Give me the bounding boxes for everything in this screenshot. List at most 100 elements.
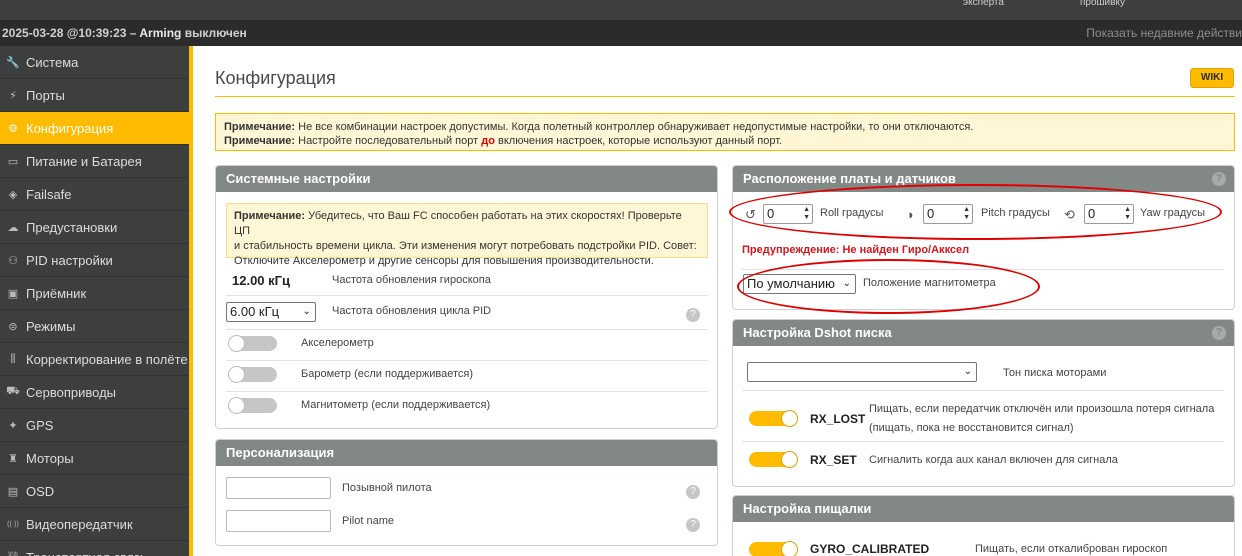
osd-icon: ▤: [7, 485, 19, 498]
beeper-title: Настройка пищалки: [733, 496, 1234, 522]
system-note: Примечание: Убедитесь, что Ваш FC способ…: [226, 203, 708, 267]
gyro-frequency-label: Частота обновления гироскопа: [332, 274, 491, 286]
page-title: Конфигурация: [215, 68, 336, 88]
sidebar-item-label: GPS: [26, 417, 54, 433]
sidebar-item-label: Режимы: [26, 318, 76, 334]
gyro-calibrated-toggle[interactable]: [749, 541, 798, 556]
sidebar-item-4[interactable]: ◈ Failsafe: [0, 178, 189, 211]
personalization-title: Персонализация: [216, 440, 717, 466]
chevron-down-icon: ⌄: [963, 366, 972, 377]
firmware-flasher-label[interactable]: прошивку: [1080, 0, 1125, 8]
system-settings-panel: Системные настройки Примечание: Убедитес…: [215, 165, 718, 429]
sidebar-item-15[interactable]: ⛓ Транспортная связь: [0, 541, 189, 556]
sidebar-item-9[interactable]: ⫼ Корректирование в полёте: [0, 343, 189, 376]
toggle-knob: [781, 451, 798, 468]
sidebar-item-label: Питание и Батарея: [26, 153, 142, 169]
sidebar-item-label: Система: [26, 54, 79, 70]
help-icon[interactable]: ?: [1212, 172, 1226, 186]
sidebar-item-0[interactable]: 🔧 Система: [0, 46, 189, 79]
plug-icon: ⚡: [9, 89, 17, 102]
gyro-calibrated-name: GYRO_CALIBRATED: [810, 542, 930, 556]
pid-frequency-select[interactable]: 6.00 кГц ⌄: [226, 302, 316, 322]
modes-icon: ⊜: [8, 320, 18, 333]
note1-text: Не все комбинации настроек допустимы. Ко…: [295, 121, 974, 133]
sidebar-item-12[interactable]: ♜ Моторы: [0, 442, 189, 475]
note2-bold: Примечание:: [224, 135, 296, 147]
sidebar-item-8[interactable]: ⊜ Режимы: [0, 310, 189, 343]
battery-icon: ▭: [7, 155, 19, 168]
toggle-knob: [228, 366, 245, 383]
sidebar-item-label: PID настройки: [26, 252, 113, 268]
help-icon[interactable]: ?: [686, 308, 700, 322]
sidebar-item-11[interactable]: ✦ GPS: [0, 409, 189, 442]
divider: [226, 391, 708, 392]
gyro-frequency-value: 12.00 кГц: [232, 273, 291, 288]
magnetometer-toggle[interactable]: [228, 397, 277, 414]
sidebar-item-label: Приёмник: [26, 285, 87, 301]
note2-text-c: включения настроек, которые используют д…: [494, 135, 783, 147]
preset-icon: ☁: [7, 221, 19, 234]
callsign-label: Позывной пилота: [342, 482, 432, 494]
sidebar-item-3[interactable]: ▭ Питание и Батарея: [0, 145, 189, 178]
note2-text-a: Настройте последовательный порт: [295, 135, 482, 147]
sidebar-item-label: Корректирование в полёте: [26, 351, 188, 367]
pilot-name-input[interactable]: [226, 510, 331, 532]
callsign-input[interactable]: [226, 477, 331, 499]
sidebar-item-14[interactable]: ((·)) Видеопередатчик: [0, 508, 189, 541]
gyro-calibrated-desc: Пищать, если откалиброван гироскоп: [975, 543, 1168, 555]
sidebar-item-label: Конфигурация: [26, 120, 114, 136]
pid-frequency-value: 6.00 кГц: [230, 304, 280, 319]
expert-mode-label[interactable]: эксперта: [963, 0, 1004, 8]
barometer-label: Барометр (если поддерживается): [301, 368, 474, 380]
divider: [742, 441, 1224, 442]
shield-icon: ◈: [8, 188, 18, 201]
sidebar-item-10[interactable]: ⛟ Сервоприводы: [0, 376, 189, 409]
toggle-knob: [781, 410, 798, 427]
system-settings-title: Системные настройки: [216, 166, 717, 192]
show-recent-actions-link[interactable]: Показать недавние действи: [1086, 26, 1242, 40]
help-icon[interactable]: ?: [686, 485, 700, 499]
sidebar-item-7[interactable]: ▣ Приёмник: [0, 277, 189, 310]
divider: [226, 329, 708, 330]
sliders-icon: ⫼: [10, 352, 16, 365]
sidebar-item-1[interactable]: ⚡ Порты: [0, 79, 189, 112]
receiver-icon: ▣: [7, 287, 19, 300]
accelerometer-toggle[interactable]: [228, 335, 277, 352]
status-left: 2025-03-28 @10:39:23 – Arming выключен: [2, 26, 247, 40]
sidebar-item-label: Предустановки: [26, 219, 118, 235]
title-divider: [215, 96, 1235, 97]
arming-label: Arming: [139, 26, 182, 40]
antenna-icon: ((·)): [7, 520, 19, 528]
beacon-tone-select[interactable]: ⌄: [747, 362, 977, 382]
sidebar-item-2[interactable]: ⚙ Конфигурация: [0, 112, 189, 145]
arming-state: выключен: [181, 26, 247, 40]
barometer-toggle[interactable]: [228, 366, 277, 383]
dshot-beacon-title-text: Настройка Dshot писка: [743, 325, 892, 340]
config-note: Примечание: Не все комбинации настроек д…: [215, 113, 1235, 151]
dshot-beacon-panel: Настройка Dshot писка ? ⌄ Тон писка мото…: [732, 319, 1235, 487]
sidebar-item-label: OSD: [26, 483, 55, 499]
rx-lost-toggle[interactable]: [749, 410, 798, 427]
rx-set-name: RX_SET: [810, 453, 857, 467]
sidebar-item-5[interactable]: ☁ Предустановки: [0, 211, 189, 244]
sidebar-item-6[interactable]: ⚇ PID настройки: [0, 244, 189, 277]
status-datetime: 2025-03-28 @10:39:23 –: [2, 26, 140, 40]
system-note-line2: и стабильность времени цикла. Эти измене…: [234, 240, 697, 252]
personalization-panel: Персонализация Позывной пилота ? Pilot n…: [215, 439, 718, 546]
magnetometer-label: Магнитометр (если поддерживается): [301, 399, 491, 411]
help-icon[interactable]: ?: [1212, 326, 1226, 340]
rx-set-toggle[interactable]: [749, 451, 798, 468]
sidebar-item-13[interactable]: ▤ OSD: [0, 475, 189, 508]
rx-lost-name: RX_LOST: [810, 412, 866, 426]
divider: [226, 295, 708, 296]
top-toolbar: эксперта прошивку: [0, 0, 1242, 20]
toggle-knob: [228, 335, 245, 352]
rx-lost-desc-1: Пищать, если передатчик отключён или про…: [869, 403, 1215, 415]
link-icon: ⛓: [6, 550, 20, 556]
motor-icon: ♜: [8, 452, 18, 465]
wiki-button[interactable]: WIKI: [1190, 68, 1234, 88]
red-highlight-ellipse: [729, 184, 1222, 240]
sidebar-item-label: Моторы: [26, 450, 74, 466]
help-icon[interactable]: ?: [686, 518, 700, 532]
red-highlight-ellipse: [737, 259, 1040, 314]
